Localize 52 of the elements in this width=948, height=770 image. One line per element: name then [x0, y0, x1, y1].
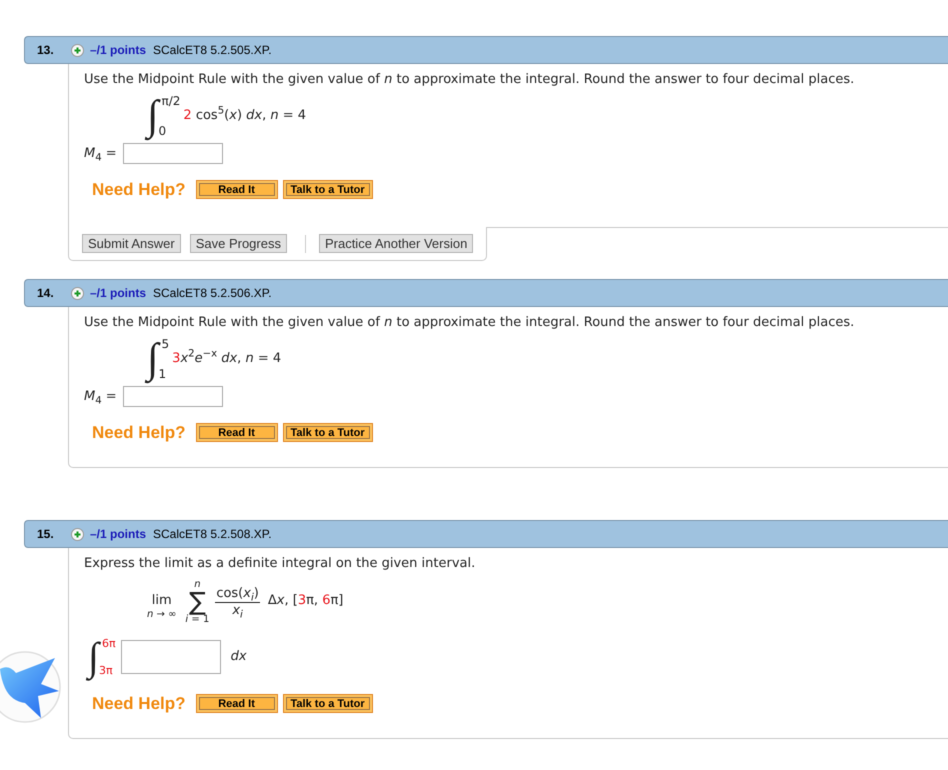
- points-label: –/1 points: [90, 527, 146, 541]
- question-number: 15.: [37, 527, 55, 541]
- sum-upper-bound: n: [194, 581, 201, 589]
- upper-limit: 5: [161, 337, 170, 351]
- differential-label: dx: [230, 649, 247, 665]
- integral-sign: ∫: [147, 337, 159, 381]
- plus-circle-icon[interactable]: [71, 44, 84, 56]
- answer-field[interactable]: [122, 143, 223, 164]
- lower-limit: 3π: [98, 664, 114, 677]
- answer-field[interactable]: [120, 640, 221, 674]
- question-text: Use the Midpoint Rule with the given value of n to approximate the integral. Round the answer to four decimal places.: [84, 315, 856, 331]
- fraction-denominator: x$_{i}$: [231, 603, 244, 619]
- question-code: SCalcET8 5.2.508.XP.: [153, 527, 272, 541]
- need-help-label: Need Help?: [92, 422, 186, 442]
- answer-label: M$_{4}$ =: [84, 146, 117, 162]
- help-button[interactable]: Read It: [196, 694, 278, 713]
- help-button[interactable]: Read It: [196, 423, 278, 442]
- sum-lower-bound: i = 1: [185, 614, 210, 626]
- integrand-expression: 3x$^{2}$e$^{−x}$ dx, n = 4: [172, 351, 282, 367]
- question-text: Express the limit as a definite integral on the given interval.: [84, 556, 476, 572]
- help-button[interactable]: Talk to a Tutor: [282, 694, 373, 713]
- action-button[interactable]: Practice Another Version: [318, 234, 474, 253]
- points-label: –/1 points: [90, 286, 146, 300]
- answer-label: M$_{4}$ =: [84, 388, 117, 404]
- plus-circle-icon[interactable]: [71, 286, 84, 300]
- action-button[interactable]: Submit Answer: [82, 234, 181, 253]
- points-label: –/1 points: [90, 43, 146, 57]
- help-button[interactable]: Talk to a Tutor: [282, 180, 373, 199]
- limit-subscript: n → ∞: [147, 609, 176, 621]
- action-button[interactable]: Save Progress: [190, 234, 287, 253]
- upper-limit: 6π: [101, 637, 116, 650]
- lower-limit: 0: [158, 124, 168, 138]
- fraction-numerator: cos(x$_{i}$): [215, 586, 260, 602]
- integrand-expression: 2 cos$^{5}$(x) dx, n = 4: [183, 108, 306, 124]
- limit-operator: lim: [152, 593, 172, 609]
- bird-icon[interactable]: [0, 651, 61, 723]
- question-code: SCalcET8 5.2.505.XP.: [153, 43, 272, 57]
- interval-expression: Δx, [3π, 6π]: [268, 593, 344, 609]
- need-help-label: Need Help?: [92, 180, 186, 200]
- integral-sign: ∫: [147, 94, 159, 138]
- help-button[interactable]: Talk to a Tutor: [282, 423, 373, 442]
- summation-sign: ∑: [188, 589, 206, 614]
- need-help-label: Need Help?: [92, 694, 186, 714]
- help-button[interactable]: Read It: [196, 180, 278, 199]
- answer-field[interactable]: [122, 386, 223, 407]
- question-number: 13.: [37, 43, 55, 57]
- question-text: Use the Midpoint Rule with the given value of n to approximate the integral. Round the answer to four decimal places.: [84, 72, 856, 88]
- upper-limit: π/2: [161, 94, 180, 108]
- lower-limit: 1: [158, 367, 168, 381]
- question-code: SCalcET8 5.2.506.XP.: [153, 286, 272, 300]
- plus-circle-icon[interactable]: [71, 528, 84, 540]
- question-number: 14.: [37, 286, 55, 300]
